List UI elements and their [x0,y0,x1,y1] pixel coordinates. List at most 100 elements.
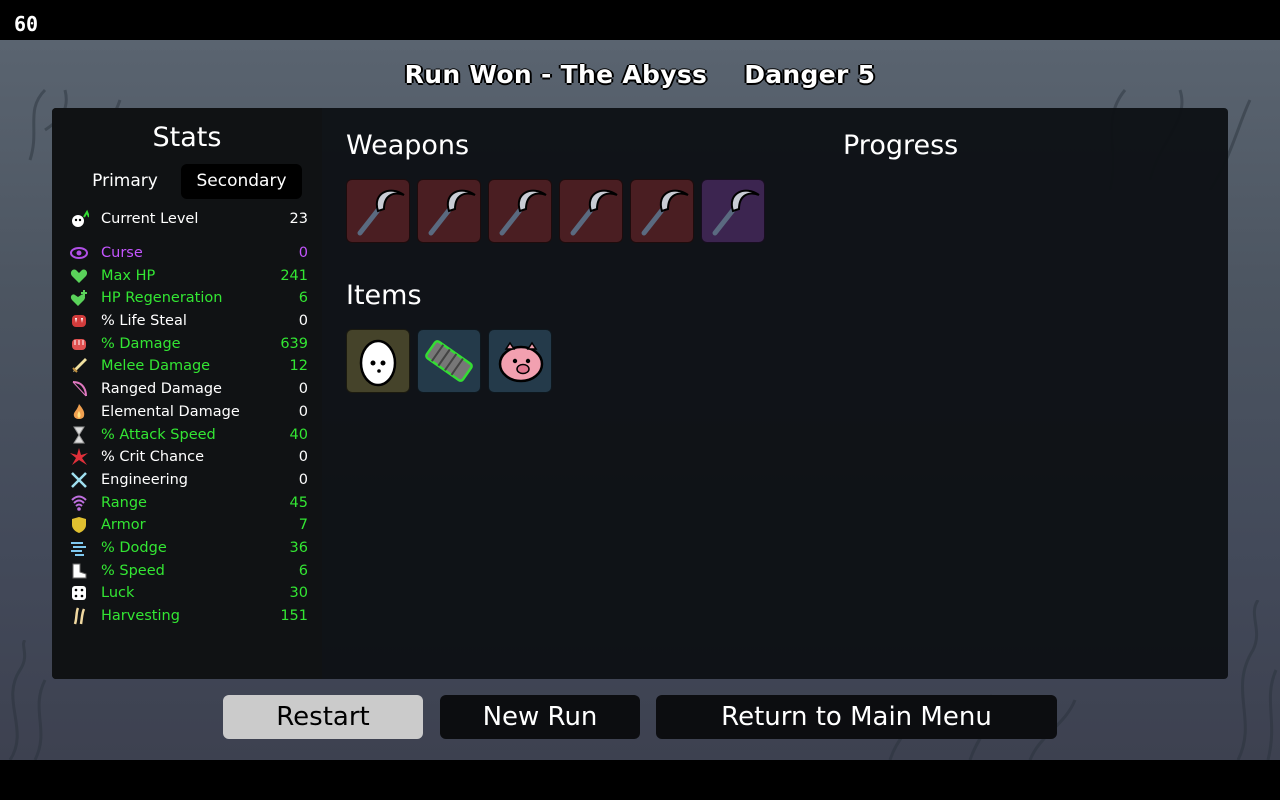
stat-row: Curse 0 [68,242,308,265]
stat-row: % Attack Speed 40 [68,423,308,446]
stat-label: Luck [101,585,135,602]
stat-row: Harvesting 151 [68,605,308,628]
scythe-slot[interactable] [559,179,623,243]
stats-panel: Stats Primary Secondary Current Level 23 C… [52,108,322,679]
curse-eye-icon [68,243,90,263]
stat-row: Range 45 [68,491,308,514]
stat-list: Current Level 23 Curse 0 Max HP 241 HP Regener… [68,208,308,627]
stat-value: 45 [289,494,308,511]
stat-label: % Speed [101,562,165,579]
scythe-icon [499,189,547,236]
heart-plus-icon [68,288,90,308]
scythe-slot[interactable] [417,179,481,243]
stat-value: 0 [298,471,308,488]
stat-label: Max HP [101,267,156,284]
stat-row: % Crit Chance 0 [68,446,308,469]
stat-label: Elemental Damage [101,403,240,420]
stat-label: Range [101,494,147,511]
fps-counter: 60 [14,12,39,36]
range-signal-icon [68,493,90,513]
stat-label: % Damage [101,335,181,352]
stat-value: 639 [280,335,308,352]
run-result-header: Run Won - The Abyss Danger 5 [0,60,1280,89]
restart-button[interactable]: Restart [223,695,423,739]
items-title: Items [346,280,422,311]
flame-icon [68,402,90,422]
stat-label: Melee Damage [101,358,211,375]
stat-row: Max HP 241 [68,264,308,287]
scythe-icon [428,189,476,236]
stat-label: Engineering [101,471,188,488]
piggy-bank-icon [498,341,544,383]
stat-row: % Speed 6 [68,559,308,582]
egg-icon [359,339,397,387]
boot-icon [68,561,90,581]
scythe-icon [641,189,689,236]
wrench-icon [68,470,90,490]
stat-label: % Attack Speed [101,426,216,443]
sword-icon [68,356,90,376]
fist-icon [68,334,90,354]
stat-label: Curse [101,245,143,262]
stat-value: 36 [289,539,308,556]
weapon-slots [346,179,765,243]
dice-icon [68,583,90,603]
heart-icon [68,266,90,286]
stat-value: 241 [280,267,308,284]
weapons-title: Weapons [346,130,470,161]
piggy-bank-slot[interactable] [488,329,552,393]
stat-label: Ranged Damage [101,381,222,398]
scythe-slot[interactable] [630,179,694,243]
stat-label: Harvesting [101,608,180,625]
stat-value: 0 [298,245,308,262]
stat-row: HP Regeneration 6 [68,287,308,310]
stat-value: 40 [289,426,308,443]
stat-row: Engineering 0 [68,469,308,492]
bandage-slot[interactable] [417,329,481,393]
danger-level: Danger 5 [744,60,876,89]
scythe-icon [570,189,618,236]
crit-burst-icon [68,447,90,467]
stat-value: 0 [298,381,308,398]
item-slots [346,329,552,393]
scythe-slot[interactable] [701,179,765,243]
stat-value: 6 [298,562,308,579]
scythe-slot[interactable] [346,179,410,243]
new-run-button[interactable]: New Run [440,695,640,739]
stat-value: 0 [298,449,308,466]
level-up-icon [68,209,90,229]
tab-secondary[interactable]: Secondary [181,164,302,199]
stats-title: Stats [152,122,222,153]
tab-primary[interactable]: Primary [80,164,170,199]
stat-row: % Life Steal 0 [68,310,308,333]
stat-value: 0 [298,403,308,420]
stat-value: 30 [289,585,308,602]
stat-row: Melee Damage 12 [68,355,308,378]
bandage-icon [425,340,473,382]
run-status-title: Run Won - The Abyss [404,60,708,89]
stat-value: 23 [289,211,308,228]
stat-row: % Damage 639 [68,332,308,355]
stat-label: HP Regeneration [101,290,223,307]
seaweed-decoration-icon [8,640,47,760]
game-background: Run Won - The Abyss Danger 5 Stats Prima… [0,40,1280,760]
stat-row: Current Level 23 [68,208,308,231]
fangs-icon [68,311,90,331]
stat-value: 151 [280,608,308,625]
shield-icon [68,515,90,535]
scythe-slot[interactable] [488,179,552,243]
stat-label: % Life Steal [101,313,187,330]
return-to-main-menu-button[interactable]: Return to Main Menu [656,695,1057,739]
seaweed-decoration-icon [1236,600,1278,760]
stat-row: Ranged Damage 0 [68,378,308,401]
stat-row: Luck 30 [68,582,308,605]
stat-value: 7 [298,517,308,534]
progress-title: Progress [843,130,959,161]
dodge-wind-icon [68,538,90,558]
egg-slot[interactable] [346,329,410,393]
stat-row: Elemental Damage 0 [68,401,308,424]
stat-row: Armor 7 [68,514,308,537]
run-summary-panel: Stats Primary Secondary Current Level 23 C… [52,108,1228,679]
stat-label: % Crit Chance [101,449,205,466]
stat-row: % Dodge 36 [68,537,308,560]
